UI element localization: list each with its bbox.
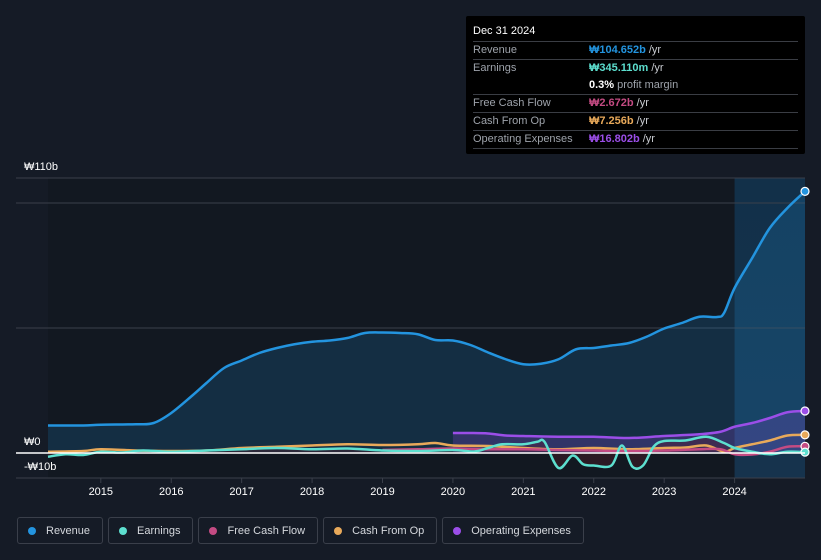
legend-item-free-cash-flow[interactable]: Free Cash Flow bbox=[198, 517, 319, 544]
tooltip-label: Cash From Op bbox=[473, 115, 546, 127]
x-tick-label: 2017 bbox=[229, 486, 253, 498]
x-tick-label: 2024 bbox=[722, 486, 746, 498]
tooltip-value: ₩2.672b bbox=[589, 97, 634, 109]
tooltip-row-profit-margin: 0.3% profit margin bbox=[473, 77, 798, 95]
x-tick-label: 2018 bbox=[300, 486, 324, 498]
tooltip-label: Revenue bbox=[473, 44, 518, 56]
cash-from-op-dot-icon bbox=[334, 526, 343, 535]
profit-margin-value: 0.3% bbox=[589, 79, 615, 91]
tooltip-row-revenue: Revenue ₩104.652b /yr bbox=[473, 42, 798, 60]
chart-legend: Revenue Earnings Free Cash Flow Cash Fro… bbox=[17, 517, 584, 544]
tooltip-unit: /yr bbox=[642, 133, 655, 145]
free-cash-flow-dot-icon bbox=[209, 526, 218, 535]
x-tick-label: 2015 bbox=[89, 486, 113, 498]
earnings-dot-icon bbox=[119, 526, 128, 535]
operating-expenses-endpoint-marker bbox=[800, 406, 810, 416]
x-tick-label: 2021 bbox=[511, 486, 535, 498]
x-tick-label: 2023 bbox=[652, 486, 676, 498]
tooltip-value: ₩104.652b bbox=[589, 44, 646, 56]
legend-item-earnings[interactable]: Earnings bbox=[108, 517, 194, 544]
legend-item-operating-expenses[interactable]: Operating Expenses bbox=[442, 517, 584, 544]
legend-item-revenue[interactable]: Revenue bbox=[17, 517, 104, 544]
earnings-endpoint-marker bbox=[800, 447, 810, 457]
profit-margin-label: profit margin bbox=[617, 79, 679, 91]
tooltip-label: Free Cash Flow bbox=[473, 97, 551, 109]
revenue-endpoint-marker bbox=[800, 186, 810, 196]
tooltip-unit: /yr bbox=[636, 97, 649, 109]
tooltip-row-earnings: Earnings ₩345.110m /yr bbox=[473, 60, 798, 77]
tooltip-unit: /yr bbox=[648, 44, 662, 56]
tooltip-date: Dec 31 2024 bbox=[473, 24, 798, 42]
legend-label: Cash From Op bbox=[352, 524, 425, 537]
x-tick-label: 2019 bbox=[370, 486, 394, 498]
tooltip-value: ₩7.256b bbox=[589, 115, 634, 127]
x-tick-label: 2020 bbox=[441, 486, 465, 498]
tooltip-panel: Dec 31 2024 Revenue ₩104.652b /yr Earnin… bbox=[466, 16, 805, 154]
tooltip-label: Earnings bbox=[473, 62, 517, 74]
legend-label: Free Cash Flow bbox=[227, 524, 306, 537]
x-tick-label: 2016 bbox=[159, 486, 183, 498]
y-tick-label-min: -₩10b bbox=[24, 461, 56, 473]
tooltip-unit: /yr bbox=[651, 62, 664, 74]
operating-expenses-dot-icon bbox=[453, 526, 462, 535]
legend-item-cash-from-op[interactable]: Cash From Op bbox=[323, 517, 438, 544]
tooltip-unit: /yr bbox=[636, 115, 649, 127]
y-tick-label-max: ₩110b bbox=[24, 161, 58, 173]
legend-label: Revenue bbox=[46, 524, 91, 537]
tooltip-value: ₩16.802b bbox=[589, 133, 640, 145]
revenue-dot-icon bbox=[28, 526, 36, 535]
x-tick-label: 2022 bbox=[582, 486, 606, 498]
legend-label: Operating Expenses bbox=[471, 524, 571, 537]
tooltip-value: ₩345.110m bbox=[589, 62, 649, 74]
legend-label: Earnings bbox=[137, 524, 181, 537]
tooltip-row-free-cash-flow: Free Cash Flow ₩2.672b /yr bbox=[473, 95, 798, 113]
tooltip-row-operating-expenses: Operating Expenses ₩16.802b /yr bbox=[473, 131, 798, 149]
y-tick-label-zero: ₩0 bbox=[24, 436, 41, 448]
tooltip-row-cash-from-op: Cash From Op ₩7.256b /yr bbox=[473, 113, 798, 131]
cash-from-op-endpoint-marker bbox=[800, 430, 810, 440]
tooltip-label: Operating Expenses bbox=[473, 133, 573, 145]
